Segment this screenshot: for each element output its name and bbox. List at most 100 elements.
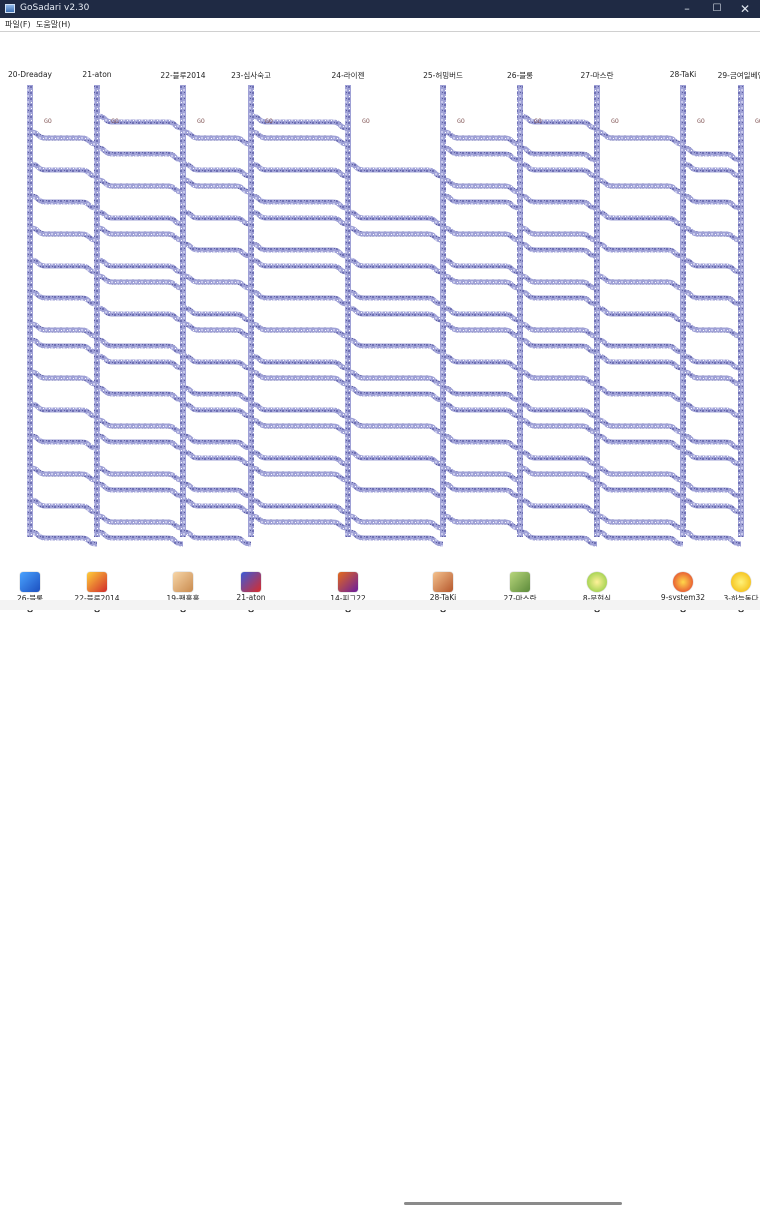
ladder-rung (347, 369, 444, 387)
ladder-rung (519, 145, 598, 163)
ladder-rung (250, 193, 349, 211)
ladder-rung (29, 257, 98, 275)
player-name: 20-Dreaday (8, 70, 52, 79)
ladder-rung (347, 209, 444, 227)
ladder-rung (347, 529, 444, 547)
ladder-rung (596, 209, 684, 227)
ladder-rung (29, 401, 98, 419)
ladder-rung (250, 465, 349, 483)
title-bar: GoSadari v2.30 – ☐ ✕ (0, 0, 760, 18)
ladder-rung (442, 321, 521, 339)
ladder-rung (250, 369, 349, 387)
player-name: 29-금여일베인 (717, 71, 760, 80)
player-name: 27-마스란 (580, 71, 614, 80)
ladder-rung (682, 193, 742, 211)
ladder-rung (347, 449, 444, 467)
ladder-rung (96, 337, 184, 355)
ladder-rail (594, 85, 600, 537)
minimize-button[interactable]: – (670, 0, 704, 18)
ladder-rung (519, 225, 598, 243)
yellow-face-icon (731, 572, 751, 592)
ladder-rung (682, 497, 742, 515)
menu-file[interactable]: 파일(F) (5, 19, 31, 30)
ladder-rung (682, 321, 742, 339)
ladder-rung (596, 337, 684, 355)
ladder-rung (519, 241, 598, 259)
ladder-rung (347, 289, 444, 307)
ladder-rung (96, 465, 184, 483)
ladder-rung (519, 529, 598, 547)
player-name: 21-aton (82, 70, 112, 79)
ladder-rung (96, 273, 184, 291)
ladder-rail (94, 85, 100, 537)
go-button[interactable]: GO (362, 117, 370, 125)
ladder-rung (596, 433, 684, 451)
ladder-rail (345, 85, 351, 537)
ladder-rung (596, 129, 684, 147)
player-name: 25-허밍버드 (423, 71, 463, 80)
player-name: 26-블롱 (506, 71, 534, 80)
ladder-rung (519, 337, 598, 355)
player-name: 24-라이젠 (331, 71, 365, 80)
go-button[interactable]: GO (755, 117, 760, 125)
ladder-rung (250, 401, 349, 419)
ladder-rung (519, 497, 598, 515)
ladder-rung (182, 273, 252, 291)
ladder-rung (442, 193, 521, 211)
ladder-rung (596, 273, 684, 291)
ladder-rung (442, 225, 521, 243)
ladder-rung (519, 417, 598, 435)
ladder-rung (347, 481, 444, 499)
go-button[interactable]: GO (457, 117, 465, 125)
go-button[interactable]: GO (611, 117, 619, 125)
ladder-rung (250, 497, 349, 515)
ladder-rung (182, 129, 252, 147)
ladder-rail (440, 85, 446, 537)
go-button[interactable]: GO (44, 117, 52, 125)
ladder-rung (519, 401, 598, 419)
ladder-rung (596, 177, 684, 195)
menu-help[interactable]: 도움말(H) (36, 19, 70, 30)
close-button[interactable]: ✕ (728, 0, 760, 18)
go-button[interactable]: GO (197, 117, 205, 125)
player-name: 23-심사숙고 (231, 71, 271, 80)
ladder-rung (29, 337, 98, 355)
ladder-rail (27, 85, 33, 537)
ladder-rung (96, 417, 184, 435)
go-button[interactable]: GO (534, 117, 542, 125)
ladder-rung (682, 289, 742, 307)
ladder-rung (442, 129, 521, 147)
ladder-rung (347, 513, 444, 531)
ladder-rung (442, 385, 521, 403)
ladder-rung (29, 529, 98, 547)
ladder-rung (96, 113, 184, 131)
ladder-rung (519, 273, 598, 291)
ladder-rung (182, 161, 252, 179)
ladder-rail (517, 85, 523, 537)
ladder-rung (96, 433, 184, 451)
ladder-rung (29, 193, 98, 211)
ladder-rung (596, 241, 684, 259)
ladder-rung (29, 129, 98, 147)
ladder-rung (682, 449, 742, 467)
ladder-rung (182, 241, 252, 259)
ladder-rung (182, 353, 252, 371)
go-button[interactable]: GO (265, 117, 273, 125)
go-button[interactable]: GO (697, 117, 705, 125)
ladder-rung (29, 433, 98, 451)
hero-mask-icon (241, 572, 261, 592)
ladder-rung (250, 513, 349, 531)
blue-star-icon (20, 572, 40, 592)
ladder-rung (96, 481, 184, 499)
go-button[interactable]: GO (111, 117, 119, 125)
ladder-rung (682, 353, 742, 371)
ladder-rung (182, 385, 252, 403)
ladder-rung (347, 161, 444, 179)
ladder-rung (442, 401, 521, 419)
ladder-rung (596, 513, 684, 531)
ladder-rung (442, 177, 521, 195)
red-chick-icon (673, 572, 693, 592)
ladder-rung (29, 321, 98, 339)
cartoon-boy-icon (433, 572, 453, 592)
ladder-rung (519, 289, 598, 307)
